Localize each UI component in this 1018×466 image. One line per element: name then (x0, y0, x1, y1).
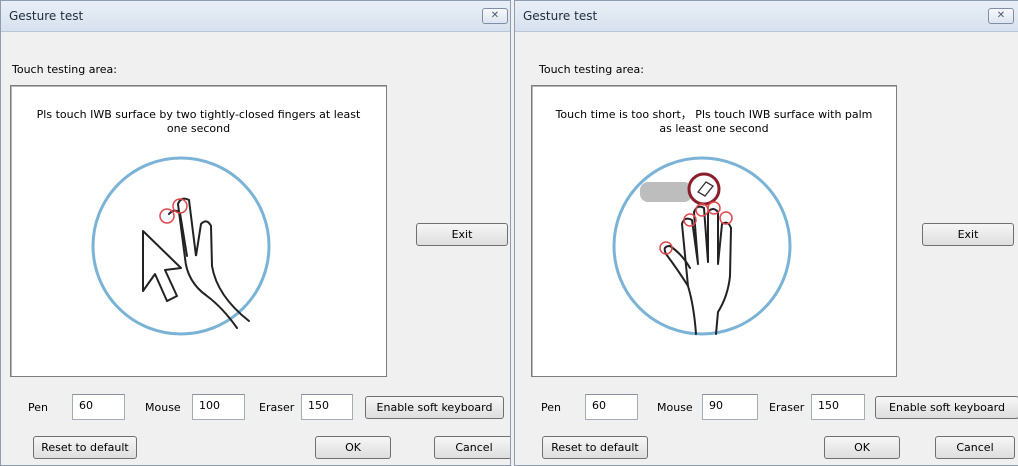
enable-soft-keyboard-button[interactable]: Enable soft keyboard (365, 396, 504, 419)
eraser-label: Eraser (259, 401, 295, 414)
gesture-test-dialog-right: Gesture test ✕ Touch testing area: Touch… (514, 0, 1018, 466)
eraser-label: Eraser (769, 401, 805, 414)
cancel-button[interactable]: Cancel (434, 436, 510, 459)
eraser-input[interactable]: 150 (301, 394, 353, 420)
close-button[interactable]: ✕ (482, 8, 508, 24)
enable-soft-keyboard-button[interactable]: Enable soft keyboard (875, 396, 1018, 419)
gesture-test-dialog-left: Gesture test ✕ Touch testing area: Pls t… (0, 0, 511, 466)
window-title: Gesture test (523, 9, 598, 23)
mouse-label: Mouse (657, 401, 693, 414)
mouse-label: Mouse (145, 401, 181, 414)
exit-button[interactable]: Exit (922, 223, 1014, 246)
instruction-text: Pls touch IWB surface by two tightly-clo… (36, 108, 361, 135)
close-button[interactable]: ✕ (988, 8, 1014, 24)
exit-button[interactable]: Exit (416, 223, 508, 246)
mouse-input[interactable]: 90 (702, 394, 758, 420)
instruction-text: Touch time is too short， Pls touch IWB s… (555, 108, 873, 135)
touch-testing-area[interactable]: Touch time is too short， Pls touch IWB s… (531, 85, 897, 377)
eraser-input[interactable]: 150 (811, 394, 865, 420)
palm-eraser-touch-icon (612, 156, 792, 336)
pen-input[interactable]: 60 (585, 394, 638, 420)
mouse-input[interactable]: 100 (192, 394, 245, 420)
title-bar: Gesture test ✕ (1, 1, 510, 32)
reset-to-default-button[interactable]: Reset to default (542, 436, 648, 459)
ok-button[interactable]: OK (824, 436, 900, 459)
reset-to-default-button[interactable]: Reset to default (33, 436, 137, 459)
touch-testing-area[interactable]: Pls touch IWB surface by two tightly-clo… (10, 85, 387, 377)
cancel-button[interactable]: Cancel (935, 436, 1015, 459)
touch-area-label: Touch testing area: (12, 63, 117, 76)
title-bar: Gesture test ✕ (515, 1, 1018, 32)
pen-label: Pen (541, 401, 561, 414)
ok-button[interactable]: OK (315, 436, 391, 459)
window-title: Gesture test (9, 9, 84, 23)
touch-area-label: Touch testing area: (539, 63, 644, 76)
pen-input[interactable]: 60 (72, 394, 125, 420)
pen-label: Pen (28, 401, 48, 414)
two-finger-touch-icon (91, 156, 271, 336)
